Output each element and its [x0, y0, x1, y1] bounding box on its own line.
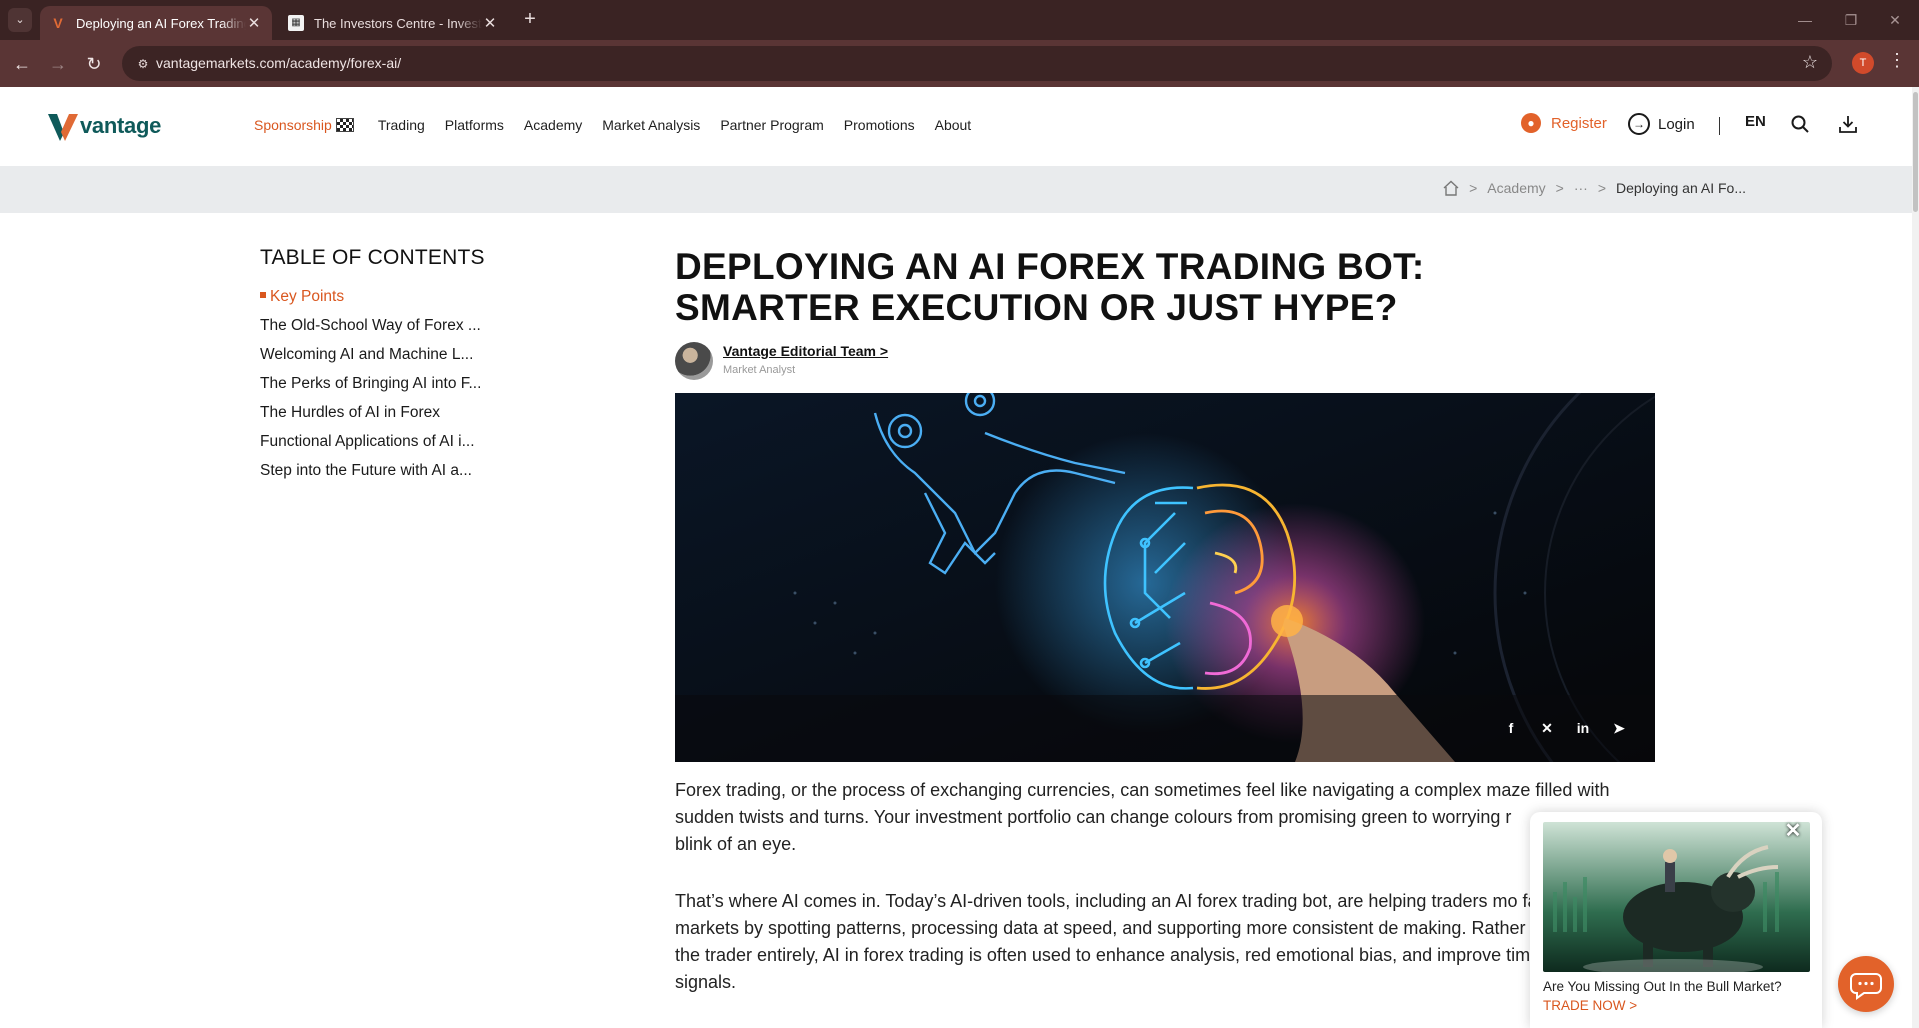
x-icon[interactable]: ✕ [1537, 718, 1557, 738]
browser-toolbar: ← → ↻ ⚙ vantagemarkets.com/academy/forex… [0, 40, 1919, 87]
popup-text: Are You Missing Out In the Bull Market? [1543, 979, 1782, 994]
paragraph-text-tail: blink of an eye. [675, 834, 797, 854]
breadcrumb: > Academy > ··· > Deploying an AI Fo... [0, 166, 1912, 213]
browser-menu-icon[interactable]: ⋮ [1888, 50, 1906, 71]
search-icon[interactable] [1791, 115, 1809, 133]
breadcrumb-current: Deploying an AI Fo... [1616, 180, 1746, 196]
profile-avatar[interactable]: T [1852, 52, 1874, 74]
vantage-favicon-icon: V [53, 15, 63, 31]
nav-market-analysis[interactable]: Market Analysis [602, 117, 700, 133]
article-title: DEPLOYING AN AI FOREX TRADING BOT: SMART… [675, 246, 1425, 328]
toc-item[interactable]: The Perks of Bringing AI into F... [260, 375, 492, 404]
user-icon: ● [1521, 113, 1541, 133]
tab-title: Deploying an AI Forex Trading Bot [76, 15, 246, 31]
nav-sponsorship[interactable]: Sponsorship [254, 117, 354, 133]
close-window-icon[interactable]: ✕ [1880, 8, 1910, 32]
site-info-icon[interactable]: ⚙ [134, 55, 152, 73]
article-paragraph: That’s where AI comes in. Today’s AI-dri… [675, 891, 1652, 992]
toc-item[interactable]: Welcoming AI and Machine L... [260, 346, 492, 375]
brand-name: vantage [80, 113, 162, 138]
linkedin-icon[interactable]: in [1573, 718, 1593, 738]
facebook-icon[interactable]: f [1501, 718, 1521, 738]
close-tab-icon[interactable]: ✕ [482, 14, 498, 32]
telegram-icon[interactable]: ➤ [1609, 718, 1629, 738]
page-scrollbar-track[interactable] [1912, 87, 1919, 1028]
active-bullet-icon [260, 291, 266, 298]
chat-button[interactable] [1838, 956, 1894, 1012]
close-popup-icon[interactable]: ✕ [1782, 820, 1804, 842]
toc-item[interactable]: Key Points [260, 288, 492, 317]
header-divider [1719, 117, 1720, 135]
nav-partner-program[interactable]: Partner Program [720, 117, 823, 133]
nav-trading[interactable]: Trading [378, 117, 425, 133]
checkered-flag-icon [335, 118, 354, 132]
login-label: Login [1658, 115, 1695, 133]
breadcrumb-separator: > [1555, 180, 1564, 196]
paragraph-text: Forex trading, or the process of exchang… [675, 780, 1610, 827]
tab-title: The Investors Centre - Investing [314, 15, 482, 31]
trade-now-link[interactable]: TRADE NOW > [1543, 998, 1637, 1013]
page-scrollbar-thumb[interactable] [1913, 92, 1918, 212]
nav-about[interactable]: About [935, 117, 972, 133]
new-tab-button[interactable]: + [518, 8, 542, 32]
author-role: Market Analyst [723, 364, 796, 376]
login-icon: → [1628, 113, 1650, 135]
breadcrumb-ellipsis[interactable]: ··· [1574, 180, 1588, 196]
vantage-logo-icon [48, 114, 78, 141]
home-icon[interactable] [1443, 180, 1459, 196]
author-link[interactable]: Vantage Editorial Team > [723, 343, 888, 359]
article-paragraph: Forex trading, or the process of exchang… [675, 777, 1655, 858]
bookmark-star-icon[interactable]: ☆ [1802, 52, 1818, 73]
toc-item[interactable]: Step into the Future with AI a... [260, 462, 492, 491]
reload-icon[interactable]: ↻ [80, 50, 108, 78]
language-selector[interactable]: EN [1745, 113, 1766, 130]
tab-deploying-ai-forex[interactable]: V Deploying an AI Forex Trading Bot ✕ [40, 6, 272, 40]
login-link[interactable]: → Login [1628, 113, 1695, 135]
tab-investors-centre[interactable]: ▦ The Investors Centre - Investing ✕ [278, 6, 508, 40]
breadcrumb-academy[interactable]: Academy [1487, 180, 1545, 196]
author-avatar[interactable] [675, 342, 713, 380]
site-header: vantage Sponsorship Trading Platforms Ac… [0, 87, 1919, 166]
bull-market-image[interactable] [1543, 822, 1810, 972]
toc-item[interactable]: The Hurdles of AI in Forex [260, 404, 492, 433]
browser-tab-strip: ⌄ V Deploying an AI Forex Trading Bot ✕ … [0, 0, 1919, 40]
chat-bubble-icon [1850, 973, 1882, 1000]
restore-icon[interactable]: ❐ [1836, 8, 1866, 32]
download-icon[interactable] [1839, 115, 1857, 133]
toc-item[interactable]: The Old-School Way of Forex ... [260, 317, 492, 346]
breadcrumb-separator: > [1469, 180, 1478, 196]
back-icon[interactable]: ← [8, 50, 36, 78]
breadcrumb-separator: > [1597, 180, 1607, 196]
nav-academy[interactable]: Academy [524, 117, 582, 133]
promo-popup[interactable]: ✕ Are You Missing Out In the Bull Market… [1530, 812, 1822, 1028]
forward-icon[interactable]: → [44, 50, 72, 78]
register-label: Register [1551, 114, 1607, 132]
register-link[interactable]: ● Register [1521, 113, 1607, 133]
main-nav: Sponsorship Trading Platforms Academy Ma… [254, 117, 991, 133]
toc-item-label: Key Points [270, 288, 345, 305]
url-text[interactable]: vantagemarkets.com/academy/forex-ai/ [156, 55, 401, 71]
table-of-contents: TABLE OF CONTENTS Key Points The Old-Sch… [260, 246, 500, 491]
nav-label: Sponsorship [254, 117, 332, 133]
toc-heading: TABLE OF CONTENTS [260, 246, 485, 269]
close-tab-icon[interactable]: ✕ [246, 14, 262, 32]
minimize-icon[interactable]: — [1790, 8, 1820, 32]
nav-platforms[interactable]: Platforms [445, 117, 504, 133]
vantage-logo[interactable]: vantage [48, 111, 161, 141]
address-bar[interactable]: ⚙ vantagemarkets.com/academy/forex-ai/ ☆ [122, 46, 1832, 81]
nav-promotions[interactable]: Promotions [844, 117, 915, 133]
tab-search-icon[interactable]: ⌄ [8, 8, 32, 32]
toc-item[interactable]: Functional Applications of AI i... [260, 433, 492, 462]
investors-centre-favicon-icon: ▦ [288, 15, 304, 31]
